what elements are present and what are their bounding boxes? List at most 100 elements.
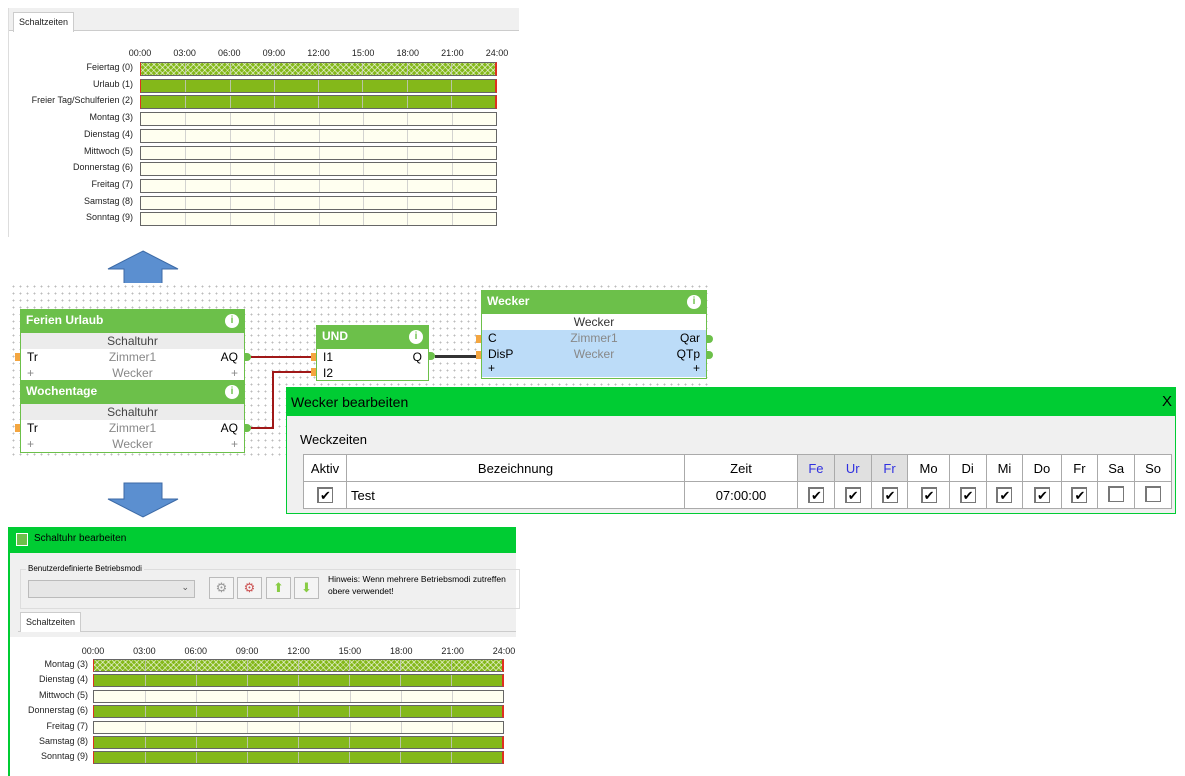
col-fe[interactable]: Fe [797, 454, 835, 482]
gridline [196, 690, 198, 702]
close-icon[interactable]: X [1162, 388, 1172, 416]
name-cell[interactable]: Test [346, 481, 685, 509]
move-up-button[interactable]: ⬆ [266, 577, 291, 599]
info-icon[interactable]: i [409, 330, 423, 344]
gridline [318, 163, 320, 176]
move-down-button[interactable]: ⬇ [294, 577, 319, 599]
timeline-bar-on[interactable] [93, 751, 504, 765]
output-qtp: QTp [676, 347, 700, 361]
timeline-bar-off[interactable] [140, 212, 497, 227]
col-zeit[interactable]: Zeit [684, 454, 798, 482]
col-aktiv[interactable]: Aktiv [303, 454, 347, 482]
day-checkbox-fr[interactable]: ✔ [1071, 487, 1088, 503]
tab-strip [9, 8, 519, 31]
gridline [185, 146, 187, 159]
block-wecker[interactable]: Wecker i Wecker C Zimmer1 Qar DisP Wecker QTp… [481, 290, 707, 379]
col-sa[interactable]: Sa [1097, 454, 1136, 482]
timeline-bar-off[interactable] [93, 689, 504, 703]
input-pin[interactable] [476, 335, 481, 343]
wire[interactable] [272, 371, 274, 429]
output-pin[interactable] [707, 351, 713, 359]
gridline [145, 721, 147, 733]
output-pin[interactable] [707, 335, 713, 343]
tab-schaltzeiten[interactable]: Schaltzeiten [13, 12, 75, 32]
table-row[interactable]: ✔ Test 07:00:00 ✔ ✔ ✔ ✔ ✔ ✔ ✔ ✔ [303, 481, 1172, 509]
tab-schaltzeiten[interactable]: Schaltzeiten [20, 612, 82, 632]
timeline-bar-on[interactable] [93, 736, 504, 749]
block-type: Schaltuhr [107, 334, 158, 348]
timeline-bar-on[interactable] [93, 674, 504, 688]
day-checkbox-fr[interactable]: ✔ [881, 487, 898, 503]
col-di[interactable]: Di [948, 454, 987, 482]
wire[interactable] [251, 427, 273, 429]
col-so[interactable]: So [1134, 454, 1172, 482]
day-checkbox-sa[interactable] [1108, 485, 1125, 502]
timeline-bar-off[interactable] [93, 720, 504, 734]
betriebsmodi-combobox[interactable]: ⌄ [28, 580, 195, 598]
input-pin[interactable] [15, 424, 20, 432]
wire[interactable] [251, 356, 311, 358]
add-icon[interactable]: + [231, 436, 238, 452]
day-checkbox-mi[interactable]: ✔ [996, 487, 1013, 503]
col-mo[interactable]: Mo [907, 454, 950, 482]
add-icon[interactable]: + [231, 365, 238, 381]
gridline [229, 79, 231, 92]
day-checkbox-fe[interactable]: ✔ [807, 487, 824, 503]
wire[interactable] [272, 371, 311, 373]
timeline-bar-off[interactable] [140, 162, 497, 177]
day-checkbox-di[interactable]: ✔ [959, 487, 976, 503]
gridline [362, 129, 364, 142]
day-cell: ✔ [1060, 481, 1099, 509]
timeline-bar-hatched[interactable] [140, 62, 497, 76]
input-pin[interactable] [311, 353, 316, 361]
gridline [247, 752, 248, 764]
gridline [229, 113, 231, 126]
wire[interactable] [435, 355, 476, 358]
gridline [145, 737, 146, 748]
info-icon[interactable]: i [225, 385, 239, 399]
day-checkbox-mo[interactable]: ✔ [920, 487, 937, 503]
timeline-bar-off[interactable] [140, 128, 497, 143]
input-pin[interactable] [311, 368, 316, 376]
sub-label: Wecker [112, 366, 153, 380]
gridline [407, 163, 409, 176]
day-checkbox-ur[interactable]: ✔ [844, 487, 861, 503]
day-label: Dienstag (4) [83, 128, 133, 139]
col-do[interactable]: Do [1022, 454, 1062, 482]
gridline [318, 196, 320, 209]
info-icon[interactable]: i [225, 314, 239, 328]
add-mode-button[interactable]: ⚙ [209, 577, 234, 599]
add-icon[interactable]: + [488, 361, 495, 375]
timeline-bar-off[interactable] [140, 112, 497, 127]
input-pin[interactable] [476, 351, 481, 359]
col-mi[interactable]: Mi [985, 454, 1024, 482]
gridline [229, 96, 231, 109]
col-ur[interactable]: Ur [833, 454, 872, 482]
aktiv-checkbox[interactable]: ✔ [317, 487, 333, 503]
timeline-bar-on[interactable] [140, 78, 497, 93]
timeline-bar-on[interactable] [140, 95, 497, 110]
col-bezeichnung[interactable]: Bezeichnung [346, 454, 685, 482]
input-pin[interactable] [15, 353, 20, 361]
info-icon[interactable]: i [687, 295, 701, 309]
delete-mode-button[interactable]: ⚙ [237, 577, 262, 599]
col-fr-ferien[interactable]: Fr [870, 454, 909, 482]
gridline [362, 163, 364, 176]
timeline-bar-off[interactable] [140, 178, 497, 193]
gridline [407, 179, 409, 192]
axis-tick-label: 15:00 [351, 48, 375, 58]
block-wochentage[interactable]: Wochentage i Schaltuhr Tr Zimmer1 AQ + Wecke… [20, 380, 245, 453]
day-checkbox-so[interactable] [1145, 485, 1162, 502]
block-ferien-urlaub[interactable]: Ferien Urlaub i Schaltuhr Tr Zimmer1 AQ + We… [20, 309, 245, 381]
time-cell[interactable]: 07:00:00 [684, 481, 798, 509]
day-checkbox-do[interactable]: ✔ [1033, 487, 1050, 503]
add-icon[interactable]: + [693, 362, 700, 375]
block-und[interactable]: UND i I1 Q I2 [316, 325, 429, 381]
timeline-bar-on[interactable] [93, 705, 504, 719]
timeline-bar-hatched[interactable] [93, 659, 504, 672]
timeline-bar-off[interactable] [140, 145, 497, 160]
col-fr[interactable]: Fr [1060, 454, 1099, 482]
day-cell: ✔ [833, 481, 872, 509]
timeline-bar-off[interactable] [140, 195, 497, 210]
day-cell: ✔ [948, 481, 987, 509]
